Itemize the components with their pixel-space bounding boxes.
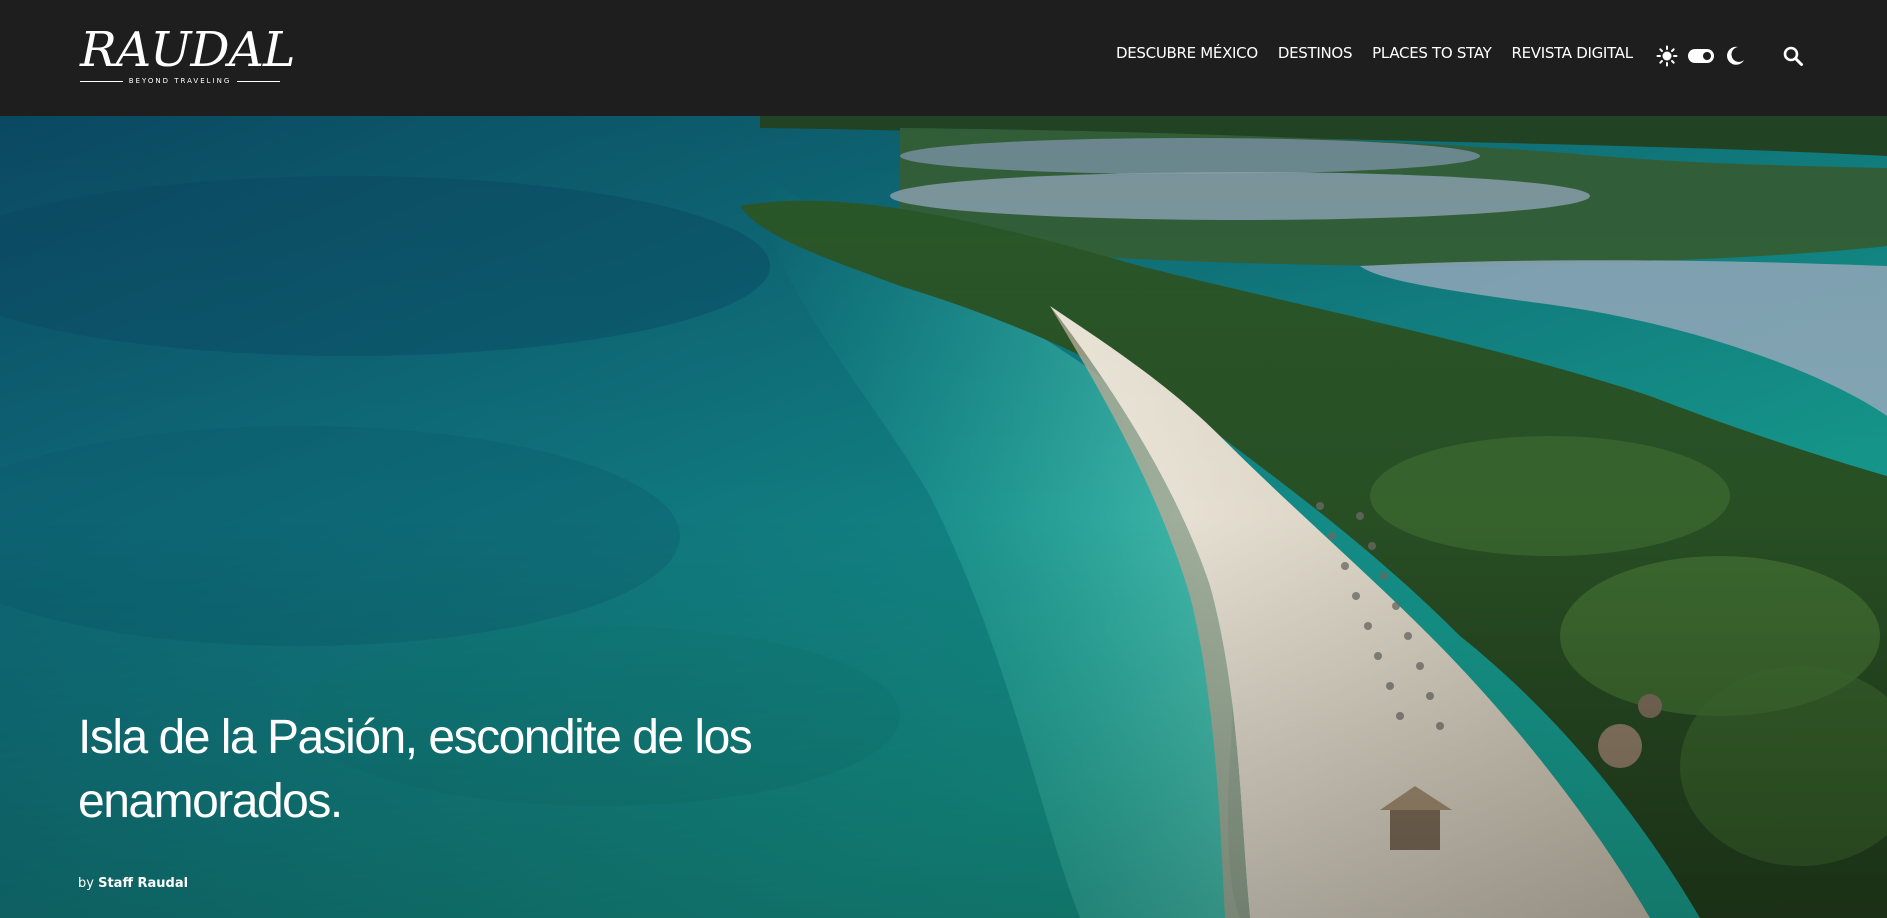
- hero-title[interactable]: Isla de la Pasión, escondite de los enam…: [78, 706, 838, 834]
- moon-icon[interactable]: [1724, 45, 1746, 67]
- theme-toggle-switch[interactable]: [1688, 49, 1714, 63]
- nav-destinos[interactable]: DESTINOS: [1278, 44, 1353, 62]
- nav-revista-digital[interactable]: REVISTA DIGITAL: [1511, 44, 1633, 62]
- site-logo[interactable]: RAUDAL BEYOND TRAVELING: [80, 26, 296, 88]
- nav-descubre-mexico[interactable]: DESCUBRE MÉXICO: [1116, 44, 1258, 62]
- hero-banner[interactable]: Isla de la Pasión, escondite de los enam…: [0, 116, 1887, 918]
- hero-byline: by Staff Raudal: [78, 876, 188, 891]
- byline-author[interactable]: Staff Raudal: [98, 876, 188, 891]
- byline-prefix: by: [78, 876, 94, 891]
- sun-icon[interactable]: [1656, 45, 1678, 67]
- logo-wordmark: RAUDAL: [80, 22, 296, 78]
- nav-places-to-stay[interactable]: PLACES TO STAY: [1372, 44, 1492, 62]
- main-nav: DESCUBRE MÉXICO DESTINOS PLACES TO STAY …: [1116, 44, 1653, 62]
- logo-tagline: BEYOND TRAVELING: [80, 74, 281, 88]
- search-icon[interactable]: [1782, 45, 1804, 67]
- header-tools: [1656, 44, 1804, 68]
- site-header: RAUDAL BEYOND TRAVELING DESCUBRE MÉXICO …: [0, 0, 1887, 116]
